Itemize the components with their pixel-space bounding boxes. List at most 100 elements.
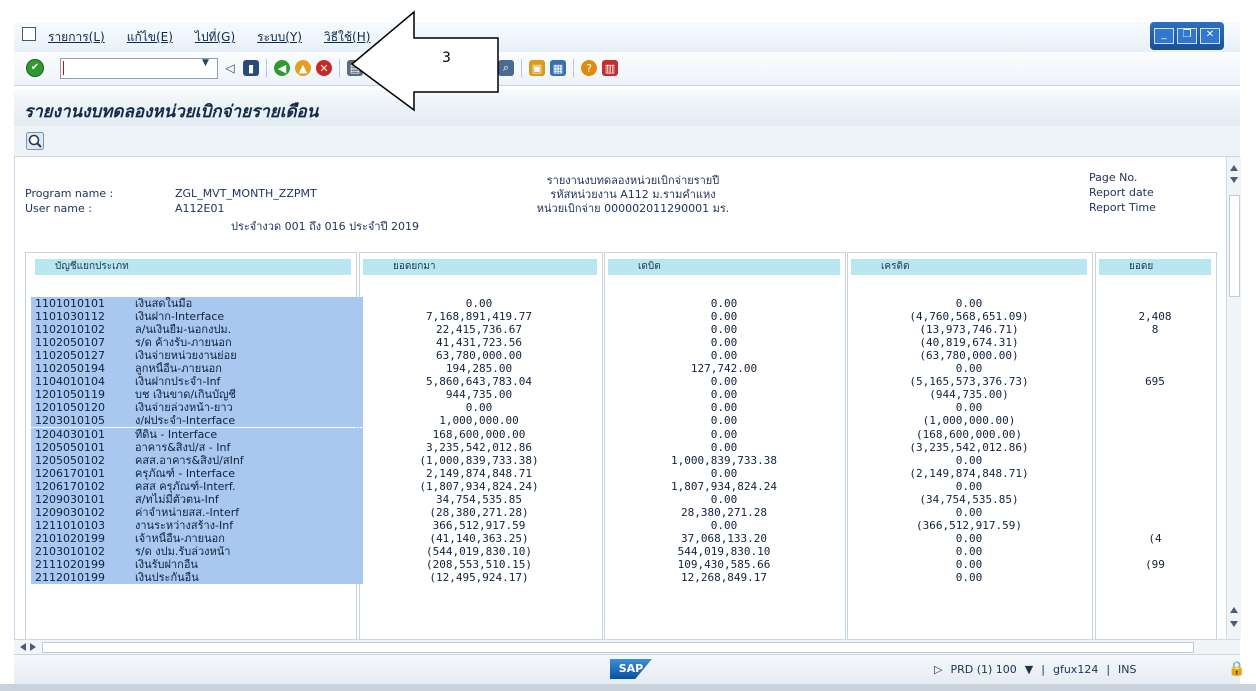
toolbar-divider	[266, 59, 267, 77]
back-green-icon[interactable]: ◀	[274, 60, 290, 76]
account-code: 2111020199	[35, 558, 105, 571]
header-brought-forward: ยอดยกมา	[363, 259, 597, 275]
horizontal-scrollbar[interactable]	[14, 639, 1240, 654]
search-icon[interactable]	[26, 132, 44, 150]
table-row: 2112010199 เงินประกันอื่น (12,495,924.17) 1…	[15, 571, 1227, 584]
credit-cell: (34,754,535.85)	[919, 493, 1019, 506]
debit-cell: 0.00	[710, 414, 738, 427]
system-field[interactable]: PRD (1) 100	[950, 663, 1016, 676]
window-controls: _ ❐ ✕	[1150, 22, 1224, 50]
table-row: 1205050102 คสส.อาคาร&สิ่งป/สInf (1,000,839…	[15, 454, 1227, 467]
brought-forward-cell: (28,380,271.28)	[429, 506, 529, 519]
restore-icon[interactable]: ❐	[1177, 28, 1197, 44]
scroll-down-icon[interactable]	[1230, 621, 1238, 627]
account-cell: 1101030112 เงินฝาก-Interface	[31, 310, 363, 323]
menu-goto[interactable]: ไปที่(G)	[195, 28, 235, 47]
account-cell: 1209030101 ส/ทไม่มีตัวตน-Inf	[31, 493, 363, 506]
vertical-scrollbar[interactable]	[1226, 157, 1241, 639]
account-cell: 1211010103 งานระหว่างสร้าง-Inf	[31, 519, 363, 532]
new-session-icon[interactable]: ▣	[529, 60, 545, 76]
exit-icon[interactable]: ▲	[295, 60, 311, 76]
table-row: 1204030101 ที่ดิน - Interface 168,600,000.…	[15, 428, 1227, 441]
brought-forward-cell: 1,000,000.00	[439, 414, 519, 427]
account-name: คสส.อาคาร&สิ่งป/สInf	[135, 454, 244, 467]
standard-toolbar: ✔ ▼ ◁ ▮ ◀ ▲ ✕ ▤ ⌕ ▣ ▦ ? ▥	[14, 52, 1240, 86]
credit-cell: 0.00	[955, 506, 983, 519]
lock-icon[interactable]: 🔒	[1228, 661, 1245, 677]
chevron-down-icon[interactable]: ▼	[1025, 663, 1033, 676]
enter-icon[interactable]: ✔	[26, 59, 44, 77]
insert-mode[interactable]: INS	[1118, 663, 1136, 676]
callout-label: 3	[442, 50, 451, 66]
account-name: เงินจ่ายล่วงหน้า-ยาว	[135, 401, 233, 414]
account-cell: 1102050194 ลูกหนี้อื่น-ภายนอก	[31, 362, 363, 375]
command-field[interactable]	[60, 58, 218, 79]
account-name: ง/ฝประจำ-Interface	[135, 414, 236, 427]
scroll-thumb[interactable]	[42, 642, 1194, 653]
brought-forward-cell: 366,512,917.59	[432, 519, 526, 532]
account-cell: 1101010101 เงินสดในมือ	[31, 297, 363, 310]
brought-forward-cell: 41,431,723.56	[435, 336, 523, 349]
brought-forward-cell: 7,168,891,419.77	[426, 310, 532, 323]
debit-cell: 0.00	[710, 441, 738, 454]
minimize-icon[interactable]: _	[1154, 28, 1174, 44]
os-taskbar	[0, 684, 1256, 691]
account-cell: 1206170102 คสส ครุภัณฑ์-Interf.	[31, 480, 363, 493]
scroll-thumb[interactable]	[1229, 195, 1240, 297]
credit-cell: (63,780,000.00)	[919, 349, 1019, 362]
report-date-label: Report date	[1089, 186, 1154, 199]
debit-cell: 0.00	[710, 310, 738, 323]
account-name: ร/ด งปม.รับล่วงหน้า	[135, 545, 231, 558]
account-name: ส/ทไม่มีตัวตน-Inf	[135, 493, 219, 506]
help-icon[interactable]: ?	[581, 60, 597, 76]
status-divider: |	[1106, 663, 1111, 676]
account-cell: 1102010102 ล/นเงินยืม-นอกงปม.	[31, 323, 363, 336]
brought-forward-cell: 2,149,874,848.71	[426, 467, 532, 480]
cancel-icon[interactable]: ✕	[316, 60, 332, 76]
account-name: ลูกหนี้อื่น-ภายนอก	[135, 362, 222, 375]
scroll-up-icon[interactable]	[1230, 165, 1238, 171]
scroll-down-icon[interactable]	[1230, 177, 1238, 183]
credit-cell: (4,760,568,651.09)	[909, 310, 1029, 323]
account-cell: 2101020199 เจ้าหนี้อื่น-ภายนอก	[31, 532, 363, 545]
debit-cell: 0.00	[710, 323, 738, 336]
credit-cell: 0.00	[955, 362, 983, 375]
account-code: 1201050120	[35, 401, 105, 414]
credit-cell: 0.00	[955, 401, 983, 414]
debit-cell: 0.00	[710, 493, 738, 506]
toolbar-divider	[339, 59, 340, 77]
title-bar: รายงานงบทดลองหน่วยเบิกจ่ายรายเดือน	[14, 90, 1240, 127]
save-icon[interactable]: ▮	[243, 60, 259, 76]
account-code: 1102050127	[35, 349, 105, 362]
scroll-left-icon[interactable]	[20, 643, 26, 651]
menu-edit[interactable]: แก้ไข(E)	[127, 28, 173, 47]
scroll-up-icon[interactable]	[1230, 607, 1238, 613]
layout-icon[interactable]: ▦	[550, 60, 566, 76]
system-menu-icon[interactable]	[22, 27, 36, 41]
debit-cell: 0.00	[710, 467, 738, 480]
brought-forward-cell: (1,807,934,824.24)	[419, 480, 539, 493]
debit-cell: 0.00	[710, 375, 738, 388]
customize-icon[interactable]: ▥	[602, 60, 618, 76]
account-cell: 1104010104 เงินฝากประจำ-Inf	[31, 375, 363, 388]
account-cell: 1205050102 คสส.อาคาร&สิ่งป/สInf	[31, 454, 363, 467]
menu-list[interactable]: รายการ(L)	[48, 28, 105, 47]
scroll-right-icon[interactable]	[30, 643, 36, 651]
debit-cell: 1,807,934,824.24	[671, 480, 777, 493]
play-icon[interactable]: ▷	[934, 663, 942, 676]
account-code: 1102010102	[35, 323, 105, 336]
credit-cell: (2,149,874,848.71)	[909, 467, 1029, 480]
back-icon[interactable]: ◁	[222, 60, 238, 76]
account-code: 1206170101	[35, 467, 105, 480]
close-icon[interactable]: ✕	[1200, 28, 1220, 44]
menu-system[interactable]: ระบบ(Y)	[257, 28, 302, 47]
toolbar-divider	[573, 59, 574, 77]
program-name-label: Program name :	[25, 187, 114, 200]
account-cell: 1205050101 อาคาร&สิ่งป/ส - Inf	[31, 441, 363, 454]
account-name: เงินจ่ายหน่วยงานย่อย	[135, 349, 237, 362]
account-code: 1209030102	[35, 506, 105, 519]
account-code: 2112010199	[35, 571, 105, 584]
brought-forward-cell: (208,553,510.15)	[426, 558, 532, 571]
account-cell: 1209030102 ค่าจำหน่ายสส.-Interf	[31, 506, 363, 519]
chevron-down-icon[interactable]: ▼	[202, 58, 209, 68]
